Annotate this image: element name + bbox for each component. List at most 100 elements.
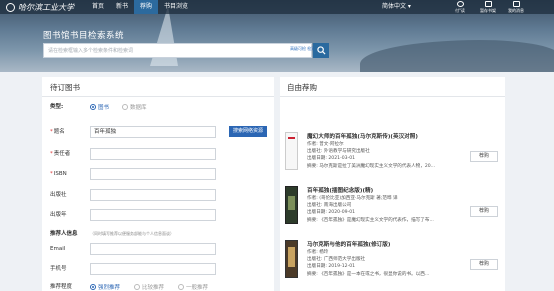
cover-art (288, 137, 295, 139)
degree-label: 推荐程度 (50, 284, 73, 290)
book-item: 百年孤独(插图纪念版)(精) 作者: (哥伦比亚)加西亚·马尔克斯 著;范晔 译… (280, 186, 505, 238)
book-title[interactable]: 百年孤独(插图纪念版)(精) (307, 186, 373, 194)
type-row: 类型: 图书 数据库 (42, 101, 274, 113)
recommender-row: 推荐人信息 （同时填写推荐以便服务部能与个人信息面谈） (42, 228, 274, 240)
book-author: 作者: 普文·阿拉尔 (307, 142, 344, 147)
university-logo[interactable]: 哈尔滨工业大学 (6, 2, 74, 12)
year-row: 出版年 (42, 209, 274, 221)
title-label: *题名 (50, 129, 65, 135)
book-summary: 摘要: 马尔克斯是拉丁美洲魔幻现实主义文学的代表人物，20... (307, 164, 436, 169)
search-icon (316, 46, 326, 55)
degree-radio-normal[interactable]: 一般推荐 (178, 283, 208, 291)
advanced-search-link[interactable]: 高级可检 检索 (290, 46, 315, 51)
book-cover[interactable] (285, 240, 298, 278)
isbn-label: *ISBN (50, 171, 67, 177)
title-field[interactable]: 百年孤独 (90, 126, 216, 138)
email-label: Email (50, 246, 66, 252)
nav-item-home[interactable]: 首页 (86, 0, 110, 14)
isbn-label-text: ISBN (53, 171, 67, 177)
recommend-button[interactable]: 荐购 (470, 206, 498, 217)
hill-decoration (360, 40, 554, 72)
pending-books-panel: 待订图书 类型: 图书 数据库 *题名 百年孤独 搜索网络资源 *责任者 *IS… (42, 77, 274, 291)
book-summary: 摘要: 《百年孤独》是一本在或之书，很显你说的书。以西... (307, 272, 430, 277)
type-option-label: 数据库 (130, 105, 147, 111)
tool-messages[interactable]: 我的消息 (504, 1, 528, 14)
isbn-row: *ISBN (42, 168, 274, 180)
publisher-field[interactable] (90, 189, 216, 201)
nav-item-recommend[interactable]: 荐购 (134, 0, 159, 14)
shelf-icon (484, 1, 492, 7)
publisher-row: 出版社 (42, 189, 274, 201)
tool-read[interactable]: 付"读 (448, 1, 472, 14)
phone-row: 手机号 (42, 263, 274, 275)
language-label: 简体中文 (382, 3, 407, 10)
author-label: *责任者 (50, 151, 71, 157)
degree-row: 推荐程度 强烈推荐 比较推荐 一般推荐 (42, 281, 274, 291)
panel-title: 待订图书 (50, 83, 80, 92)
book-date: 出版日期: 2019-12-01 (307, 264, 356, 269)
divider (280, 96, 505, 97)
book-title[interactable]: 魔幻大师的百年孤独(马尔克斯传)(英汉对照) (307, 132, 418, 140)
type-label: 类型: (50, 104, 64, 110)
search-button[interactable] (313, 43, 329, 58)
isbn-field[interactable] (90, 168, 216, 180)
divider (42, 96, 274, 97)
year-label: 出版年 (50, 212, 67, 218)
seal-icon (6, 2, 15, 12)
tool-messages-label: 我的消息 (508, 8, 524, 13)
book-item: 马尔克斯与他的百年孤独(修订版) 作者: 杨玲 出版社: 广西师范大学出版社 出… (280, 240, 505, 291)
title-label-text: 题名 (53, 129, 65, 135)
radio-dot (178, 284, 184, 290)
email-field[interactable] (90, 243, 216, 255)
degree-option-label: 一般推荐 (186, 285, 209, 291)
main-nav: 首页 新书 荐购 书目浏览 (86, 0, 194, 14)
type-option-label: 图书 (98, 105, 110, 111)
year-field[interactable] (90, 209, 216, 221)
cover-art (288, 196, 295, 210)
book-cover[interactable] (285, 186, 298, 224)
recommend-button[interactable]: 荐购 (470, 151, 498, 162)
book-publisher: 出版社: 广西师范大学出版社 (307, 257, 366, 262)
degree-option-label: 比较推荐 (142, 285, 165, 291)
author-field[interactable] (90, 148, 216, 160)
book-author: 作者: 杨玲 (307, 250, 329, 255)
recommender-label: 推荐人信息 (50, 231, 78, 237)
author-label-text: 责任者 (53, 151, 71, 157)
system-title: 图书馆书目检索系统 (43, 31, 125, 41)
book-author: 作者: (哥伦比亚)加西亚·马尔克斯 著;范晔 译 (307, 196, 398, 201)
recommender-hint: （同时填写推荐以便服务部能与个人信息面谈） (90, 231, 174, 236)
degree-radio-moderate[interactable]: 比较推荐 (134, 283, 164, 291)
book-cover[interactable] (285, 132, 298, 170)
free-recommend-panel: 自由荐购 魔幻大师的百年孤独(马尔克斯传)(英汉对照) 作者: 普文·阿拉尔 出… (280, 77, 505, 291)
recommend-button[interactable]: 荐购 (470, 259, 498, 270)
nav-item-browse[interactable]: 书目浏览 (158, 0, 194, 14)
tool-shelf[interactable]: 暂存书架 (476, 1, 500, 14)
type-radio-database[interactable]: 数据库 (122, 103, 147, 111)
search-input[interactable]: 请在检索框输入多个检索条件和检索词 高级可检 检索 (43, 43, 315, 58)
search-network-button[interactable]: 搜索网络资源 (229, 126, 267, 137)
user-icon (456, 1, 464, 7)
degree-radio-strong[interactable]: 强烈推荐 (90, 283, 120, 291)
language-select[interactable]: 简体中文 ▾ (382, 0, 411, 14)
radio-dot (90, 104, 96, 110)
type-radio-book[interactable]: 图书 (90, 103, 109, 111)
search-placeholder: 请在检索框输入多个检索条件和检索词 (48, 48, 134, 54)
book-item: 魔幻大师的百年孤独(马尔克斯传)(英汉对照) 作者: 普文·阿拉尔 出版社: 外… (280, 132, 505, 184)
radio-dot (90, 284, 96, 290)
message-icon (512, 1, 520, 7)
book-summary: 摘要: 《百年孤独》是魔幻现实主义文学的代表作，描写了布... (307, 218, 434, 223)
phone-label: 手机号 (50, 266, 67, 272)
author-row: *责任者 (42, 148, 274, 160)
radio-dot (122, 104, 128, 110)
radio-dot (134, 284, 140, 290)
phone-field[interactable] (90, 263, 216, 275)
book-date: 出版日期: 2020-09-01 (307, 210, 356, 215)
tool-read-label: 付"读 (455, 8, 465, 13)
nav-item-new-books[interactable]: 新书 (110, 0, 134, 14)
tool-shelf-label: 暂存书架 (480, 8, 496, 13)
cover-art (288, 247, 295, 267)
book-date: 出版日期: 2021-03-01 (307, 156, 356, 161)
title-row: *题名 百年孤独 搜索网络资源 (42, 126, 274, 138)
book-title[interactable]: 马尔克斯与他的百年孤独(修订版) (307, 240, 390, 248)
publisher-label: 出版社 (50, 192, 67, 198)
